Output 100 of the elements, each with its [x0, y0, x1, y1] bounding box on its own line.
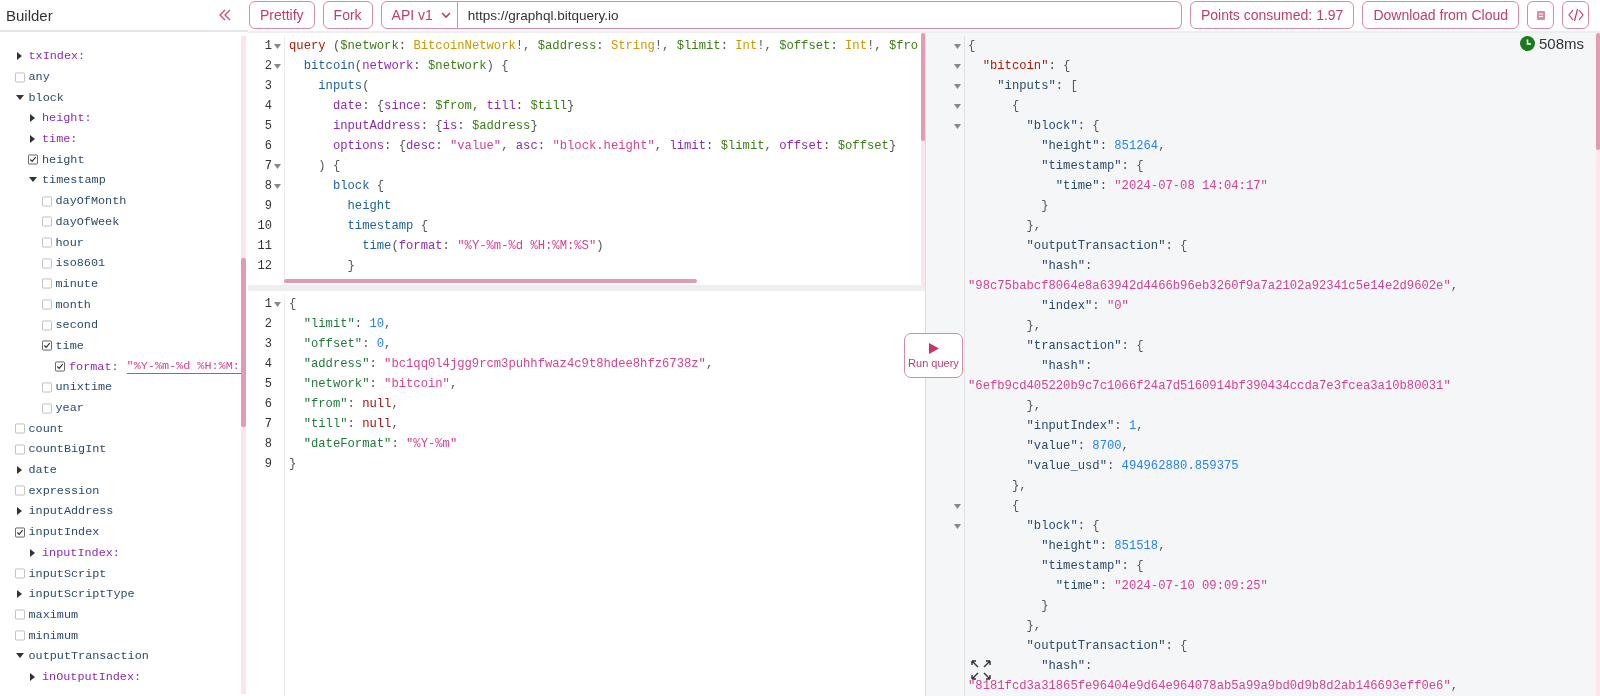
field-label[interactable]: date: [28, 463, 57, 478]
fork-button[interactable]: Fork: [322, 1, 373, 29]
caret-right-icon[interactable]: [15, 466, 24, 475]
line-number: 10: [257, 219, 272, 233]
field-label[interactable]: height: [42, 152, 85, 167]
field-label[interactable]: minute: [55, 276, 98, 291]
fold-arrow-icon[interactable]: [954, 502, 961, 510]
field-label[interactable]: dayOfMonth: [55, 194, 127, 209]
checkbox[interactable]: [41, 195, 52, 207]
api-version-select[interactable]: API v1: [380, 1, 458, 29]
code-line: "address": "bc1qq0l4jgg9rcm3puhhfwaz4c9t8hdee8hfz6738z",: [303, 356, 714, 373]
field-label[interactable]: minimum: [28, 628, 79, 643]
scrollbar-thumb[interactable]: [921, 33, 925, 141]
caret-down-icon[interactable]: [15, 93, 24, 102]
url-field[interactable]: https://graphql.bitquery.io: [457, 1, 1182, 29]
checkbox[interactable]: [14, 568, 25, 580]
code-line: },: [1026, 318, 1042, 335]
code-line: "timestamp": {: [1041, 158, 1144, 175]
fold-arrow-icon[interactable]: [954, 522, 961, 530]
fold-arrow-icon[interactable]: [954, 102, 961, 110]
caret-right-icon[interactable]: [29, 114, 37, 123]
argument-label[interactable]: inputIndex:: [42, 545, 120, 560]
field-label[interactable]: timestamp: [42, 173, 106, 188]
fold-arrow-icon[interactable]: [274, 42, 281, 50]
field-label[interactable]: countBigInt: [28, 442, 107, 457]
checkbox[interactable]: [41, 299, 52, 311]
argument-label[interactable]: txIndex:: [28, 49, 86, 64]
field-label[interactable]: outputTransaction: [28, 649, 149, 664]
scrollbar-thumb[interactable]: [1596, 33, 1600, 150]
checkbox[interactable]: [41, 381, 52, 393]
checkbox[interactable]: [41, 216, 52, 228]
scrollbar-thumb[interactable]: [241, 258, 246, 427]
checkbox[interactable]: [41, 340, 52, 352]
fold-arrow-icon[interactable]: [954, 62, 961, 70]
field-label[interactable]: count: [28, 421, 64, 436]
field-label[interactable]: time: [55, 338, 84, 353]
field-label[interactable]: inputAddress: [28, 504, 114, 519]
caret-right-icon[interactable]: [15, 52, 24, 61]
argument-label[interactable]: format:: [69, 359, 119, 374]
field-label[interactable]: inputIndex: [28, 525, 100, 540]
checkbox[interactable]: [14, 423, 25, 435]
checkbox[interactable]: [14, 485, 25, 497]
scrollbar-thumb[interactable]: [284, 279, 697, 283]
field-label[interactable]: iso8601: [55, 256, 106, 271]
fold-arrow-icon[interactable]: [274, 162, 281, 170]
line-number: 8: [264, 179, 272, 193]
download-from-cloud-button[interactable]: Download from Cloud: [1362, 1, 1519, 29]
code-line: block {: [332, 178, 385, 195]
argument-label[interactable]: time:: [42, 132, 78, 147]
field-label[interactable]: maximum: [28, 607, 79, 622]
code-line: {: [1011, 98, 1020, 115]
format-value-field[interactable]: "%Y-%m-%d %H:%M:: [126, 359, 244, 375]
caret-right-icon[interactable]: [15, 590, 24, 599]
checkbox[interactable]: [55, 361, 65, 373]
argument-label[interactable]: height:: [42, 111, 92, 126]
field-label[interactable]: second: [55, 318, 98, 333]
field-label[interactable]: inputScriptType: [28, 587, 135, 602]
run-query-button[interactable]: Run query: [904, 333, 963, 378]
checkbox[interactable]: [28, 154, 38, 166]
checkbox[interactable]: [41, 278, 52, 290]
checkbox[interactable]: [14, 609, 25, 621]
fold-arrow-icon[interactable]: [954, 82, 961, 90]
field-label[interactable]: block: [28, 90, 64, 105]
points-consumed-button[interactable]: Points consumed: 1.97: [1189, 1, 1355, 29]
checkbox[interactable]: [41, 237, 52, 249]
caret-right-icon[interactable]: [29, 672, 37, 681]
field-label[interactable]: hour: [55, 235, 84, 250]
field-label[interactable]: expression: [28, 483, 100, 498]
fold-arrow-icon[interactable]: [954, 42, 961, 50]
field-label[interactable]: dayOfWeek: [55, 214, 120, 229]
code-line: time(format: "%Y-%m-%d %H:%M:%S"): [362, 238, 604, 255]
caret-right-icon[interactable]: [29, 548, 37, 557]
toolbar-button[interactable]: [1527, 1, 1554, 29]
checkbox[interactable]: [41, 319, 52, 331]
checkbox[interactable]: [14, 526, 25, 538]
caret-right-icon[interactable]: [15, 507, 24, 516]
code-line: "index": "0": [1041, 298, 1129, 315]
checkbox[interactable]: [14, 443, 25, 455]
field-label[interactable]: inputScript: [28, 566, 107, 581]
code-view-button[interactable]: [1562, 1, 1589, 29]
checkbox[interactable]: [14, 71, 25, 83]
line-number: 1: [264, 39, 272, 53]
checkbox[interactable]: [14, 630, 25, 642]
fold-arrow-icon[interactable]: [954, 122, 961, 130]
fold-arrow-icon[interactable]: [274, 300, 281, 308]
field-label[interactable]: unixtime: [55, 380, 113, 395]
fold-arrow-icon[interactable]: [274, 182, 281, 190]
checkbox[interactable]: [41, 257, 52, 269]
fold-arrow-icon[interactable]: [274, 62, 281, 70]
code-line: "outputTransaction": {: [1026, 238, 1188, 255]
code-line: "bitcoin": {: [982, 58, 1071, 75]
argument-label[interactable]: inOutputIndex:: [42, 669, 142, 684]
collapse-panel-icon[interactable]: [218, 8, 232, 22]
checkbox[interactable]: [41, 402, 52, 414]
expand-icon[interactable]: [970, 659, 992, 681]
field-label[interactable]: any: [28, 70, 50, 85]
field-label[interactable]: month: [55, 297, 91, 312]
field-label[interactable]: year: [55, 401, 84, 416]
caret-right-icon[interactable]: [29, 135, 37, 144]
prettify-button[interactable]: Prettify: [249, 1, 315, 29]
